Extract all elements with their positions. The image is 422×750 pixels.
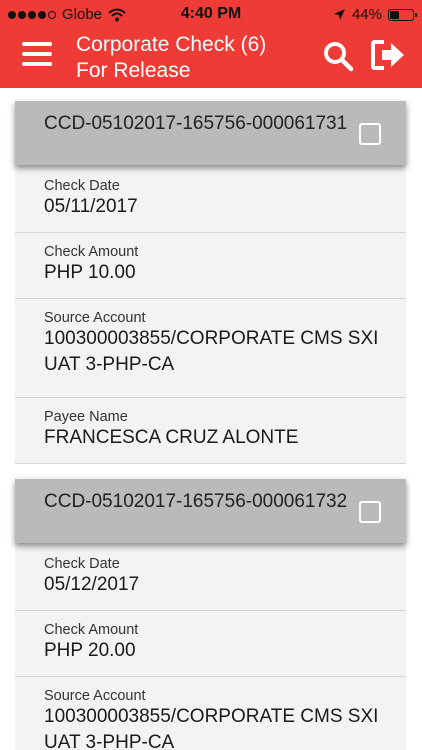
payee-name-field: Payee Name FRANCESCA CRUZ ALONTE (15, 398, 406, 464)
check-date-value: 05/12/2017 (44, 574, 140, 595)
location-arrow-icon (333, 9, 345, 20)
check-amount-label: Check Amount (44, 244, 139, 260)
select-checkbox[interactable] (359, 123, 381, 145)
check-amount-label: Check Amount (44, 622, 139, 638)
hamburger-menu-icon[interactable] (22, 42, 52, 68)
source-account-label: Source Account (44, 310, 146, 326)
page-title-line2: For Release (76, 59, 191, 82)
select-checkbox[interactable] (359, 501, 381, 523)
check-id: CCD-05102017-165756-000061732 (44, 491, 348, 512)
source-account-field: Source Account 100300003855/CORPORATE CM… (15, 299, 406, 398)
source-account-value: 100300003855/CORPORATE CMS SXI UAT 3-PHP… (44, 706, 379, 750)
check-amount-field: Check Amount PHP 20.00 (15, 611, 406, 677)
check-date-label: Check Date (44, 178, 120, 194)
check-amount-field: Check Amount PHP 10.00 (15, 233, 406, 299)
battery-icon (388, 8, 417, 21)
check-date-label: Check Date (44, 556, 120, 572)
check-list: CCD-05102017-165756-000061731 Check Date… (0, 88, 422, 750)
check-card-header[interactable]: CCD-05102017-165756-000061731 (15, 101, 406, 165)
check-card: CCD-05102017-165756-000061731 Check Date… (15, 101, 406, 464)
page-title-line1: Corporate Check (6) (76, 33, 267, 56)
source-account-label: Source Account (44, 688, 146, 704)
source-account-field: Source Account 100300003855/CORPORATE CM… (15, 677, 406, 750)
check-date-field: Check Date 05/11/2017 (15, 165, 406, 233)
search-icon[interactable] (322, 40, 354, 72)
status-bar: Globe 4:40 PM 44% (0, 0, 422, 30)
navigation-bar: Corporate Check (6) For Release (0, 30, 422, 88)
check-date-field: Check Date 05/12/2017 (15, 543, 406, 611)
check-id: CCD-05102017-165756-000061731 (44, 113, 348, 134)
check-date-value: 05/11/2017 (44, 196, 138, 217)
battery-percent: 44% (351, 6, 382, 23)
check-card: CCD-05102017-165756-000061732 Check Date… (15, 479, 406, 750)
app-header: Globe 4:40 PM 44% Corporate Check (6) Fo… (0, 0, 422, 88)
check-amount-value: PHP 20.00 (44, 640, 136, 661)
page-title: Corporate Check (6) For Release (76, 32, 306, 84)
check-card-header[interactable]: CCD-05102017-165756-000061732 (15, 479, 406, 543)
status-right: 44% (333, 6, 417, 23)
payee-name-value: FRANCESCA CRUZ ALONTE (44, 427, 299, 448)
check-amount-value: PHP 10.00 (44, 262, 136, 283)
source-account-value: 100300003855/CORPORATE CMS SXI UAT 3-PHP… (44, 328, 379, 375)
payee-name-label: Payee Name (44, 409, 128, 425)
logout-icon[interactable] (370, 38, 406, 72)
